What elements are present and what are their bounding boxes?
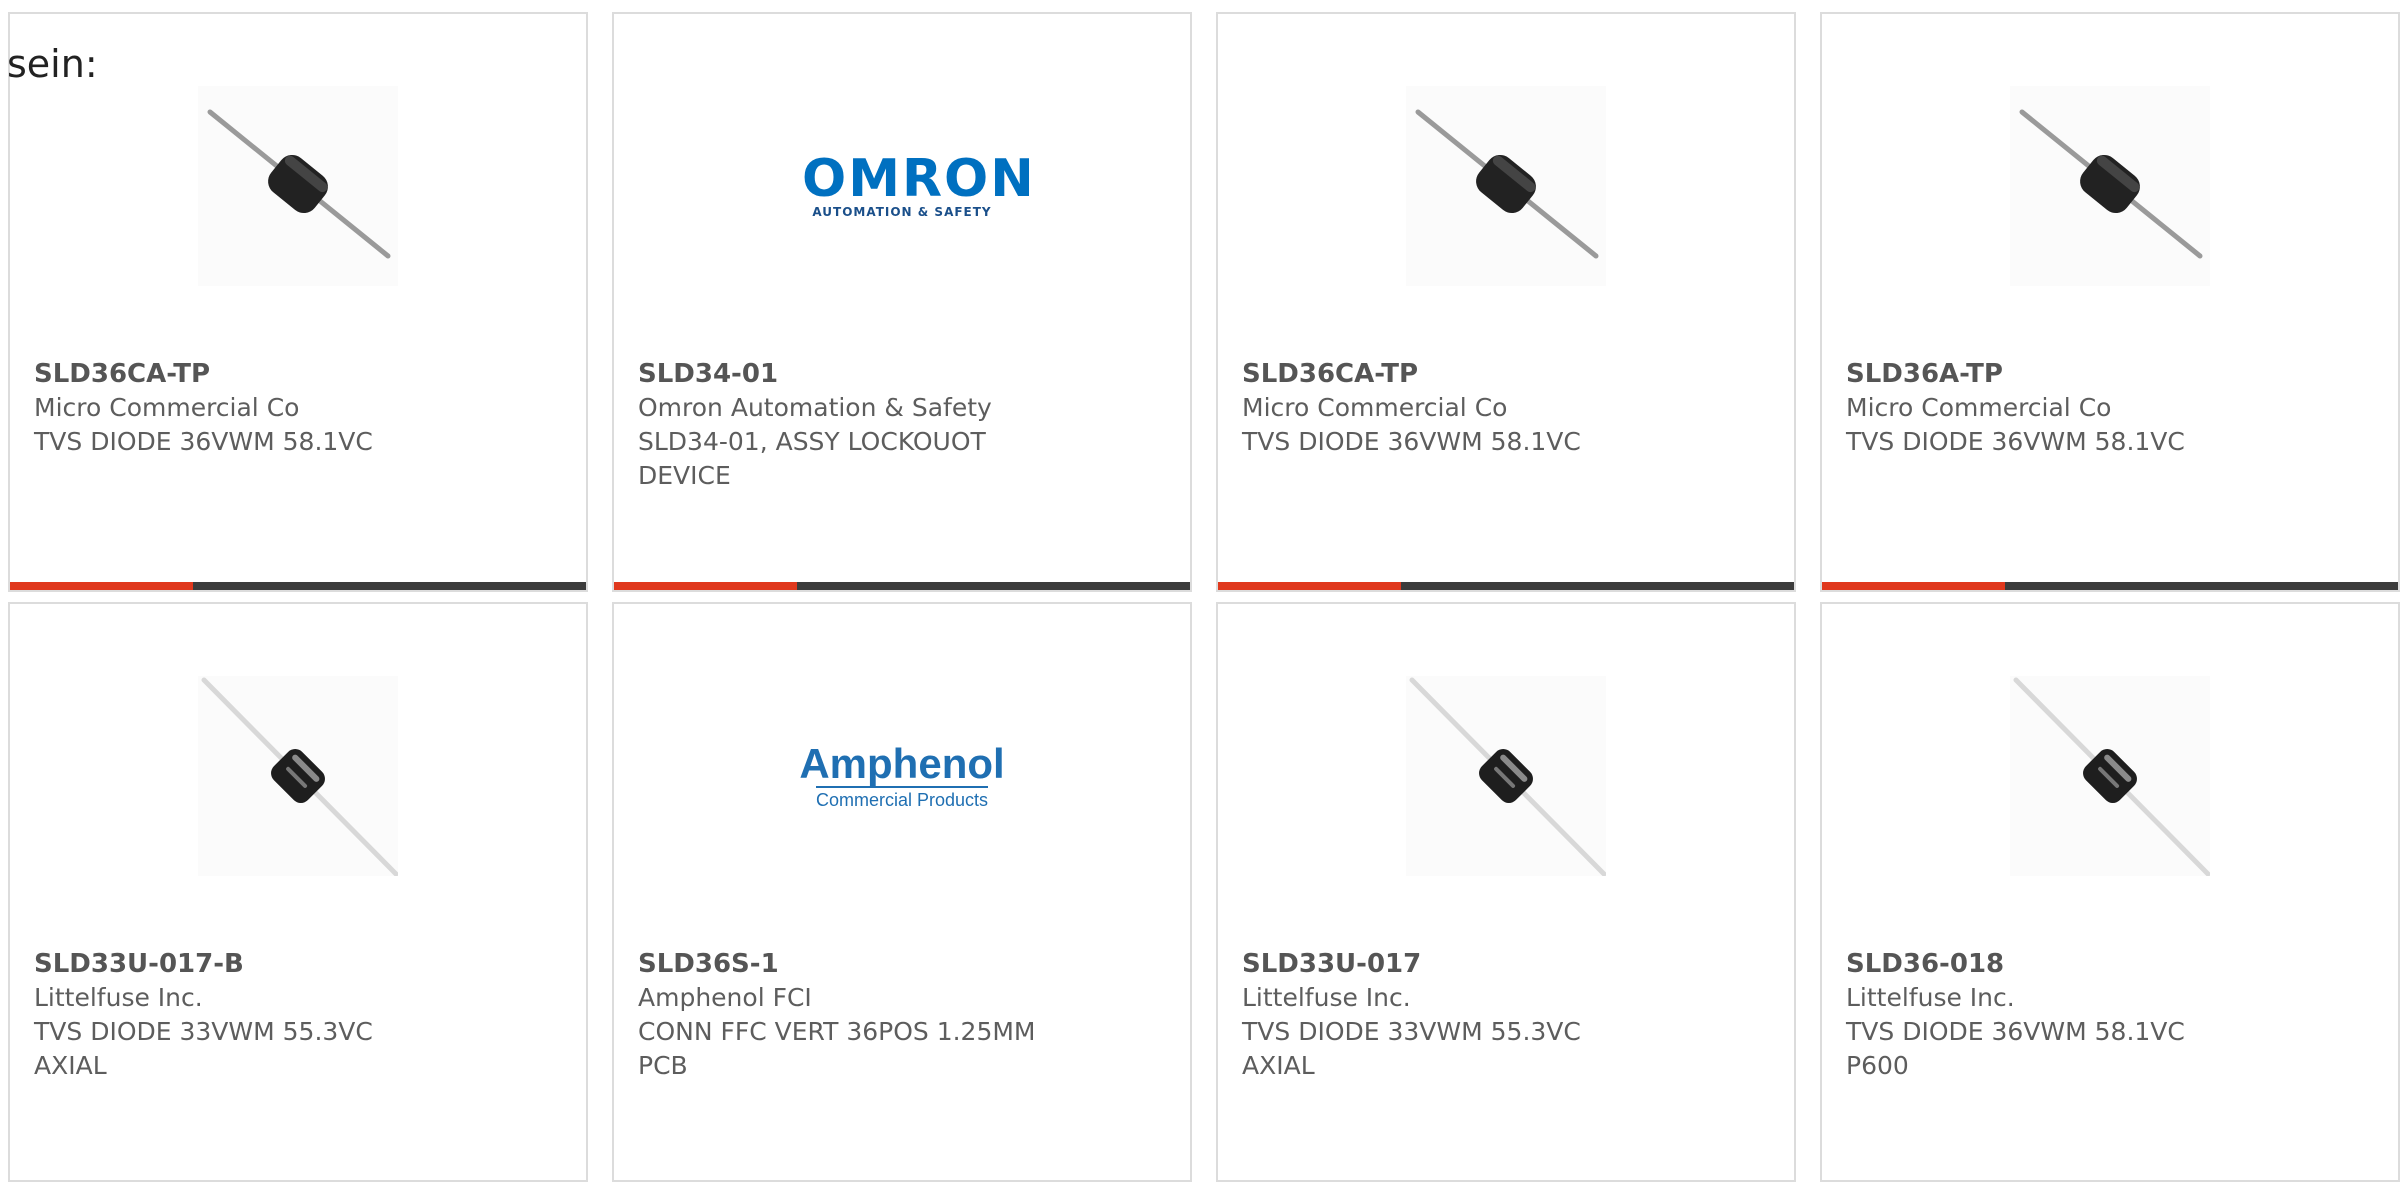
manufacturer: Littelfuse Inc. <box>34 983 203 1012</box>
description: TVS DIODE 36VWM 58.1VC <box>1846 427 2185 456</box>
product-card[interactable]: SLD33U-017-B Littelfuse Inc. TVS DIODE 3… <box>8 602 588 1182</box>
description: TVS DIODE 36VWM 58.1VC <box>34 427 373 456</box>
description: TVS DIODE 36VWM 58.1VC P600 <box>1846 1017 2185 1080</box>
amphenol-logo-text: Amphenol <box>799 739 1005 787</box>
diode-silver-icon <box>1406 676 1606 876</box>
card-footer-bar <box>614 582 1190 590</box>
diode-black-icon <box>2010 86 2210 286</box>
card-footer-accent <box>614 582 797 590</box>
diode-black-icon <box>198 86 398 286</box>
product-card[interactable]: SLD36CA-TP Micro Commercial Co TVS DIODE… <box>1216 12 1796 592</box>
part-number[interactable]: SLD33U-017-B <box>34 947 436 981</box>
description: SLD34-01, ASSY LOCKOUOT DEVICE <box>638 427 986 490</box>
description: CONN FFC VERT 36POS 1.25MM PCB <box>638 1017 1036 1080</box>
manufacturer: Amphenol FCI <box>638 983 812 1012</box>
description: TVS DIODE 36VWM 58.1VC <box>1242 427 1581 456</box>
manufacturer: Micro Commercial Co <box>1846 393 2112 422</box>
card-footer-accent <box>1218 582 1401 590</box>
manufacturer: Littelfuse Inc. <box>1242 983 1411 1012</box>
product-card[interactable]: OMRON AUTOMATION & SAFETY SLD34-01 Omron… <box>612 12 1192 592</box>
manufacturer: Littelfuse Inc. <box>1846 983 2015 1012</box>
product-card[interactable]: SLD36CA-TP Micro Commercial Co TVS DIODE… <box>8 12 588 592</box>
product-grid: SLD36CA-TP Micro Commercial Co TVS DIODE… <box>0 0 2400 1182</box>
part-number[interactable]: SLD36A-TP <box>1846 357 2248 391</box>
omron-logo-text: OMRON <box>802 149 1036 209</box>
part-number[interactable]: SLD34-01 <box>638 357 1040 391</box>
card-footer-accent <box>10 582 193 590</box>
amphenol-logo-subtext: Commercial Products <box>815 785 989 811</box>
part-number[interactable]: SLD36S-1 <box>638 947 1040 981</box>
product-card[interactable]: SLD36A-TP Micro Commercial Co TVS DIODE … <box>1820 12 2400 592</box>
part-number[interactable]: SLD36-018 <box>1846 947 2248 981</box>
card-footer-bar <box>10 582 586 590</box>
card-footer-accent <box>1822 582 2005 590</box>
part-number[interactable]: SLD33U-017 <box>1242 947 1644 981</box>
diode-black-icon <box>1406 86 1606 286</box>
manufacturer: Omron Automation & Safety <box>638 393 992 422</box>
amphenol-logo: Amphenol Commercial Products <box>799 676 1005 876</box>
product-card[interactable]: SLD33U-017 Littelfuse Inc. TVS DIODE 33V… <box>1216 602 1796 1182</box>
description: TVS DIODE 33VWM 55.3VC AXIAL <box>34 1017 373 1080</box>
card-footer-bar <box>1822 582 2398 590</box>
diode-silver-icon <box>2010 676 2210 876</box>
manufacturer: Micro Commercial Co <box>34 393 300 422</box>
card-footer-bar <box>1218 582 1794 590</box>
part-number[interactable]: SLD36CA-TP <box>1242 357 1644 391</box>
manufacturer: Micro Commercial Co <box>1242 393 1508 422</box>
product-card[interactable]: Amphenol Commercial Products SLD36S-1 Am… <box>612 602 1192 1182</box>
diode-silver-icon <box>198 676 398 876</box>
omron-logo-subtext: AUTOMATION & SAFETY <box>812 205 992 219</box>
description: TVS DIODE 33VWM 55.3VC AXIAL <box>1242 1017 1581 1080</box>
omron-logo: OMRON AUTOMATION & SAFETY <box>802 86 1036 286</box>
intro-text: sein: <box>7 42 98 86</box>
product-card[interactable]: SLD36-018 Littelfuse Inc. TVS DIODE 36VW… <box>1820 602 2400 1182</box>
part-number[interactable]: SLD36CA-TP <box>34 357 436 391</box>
